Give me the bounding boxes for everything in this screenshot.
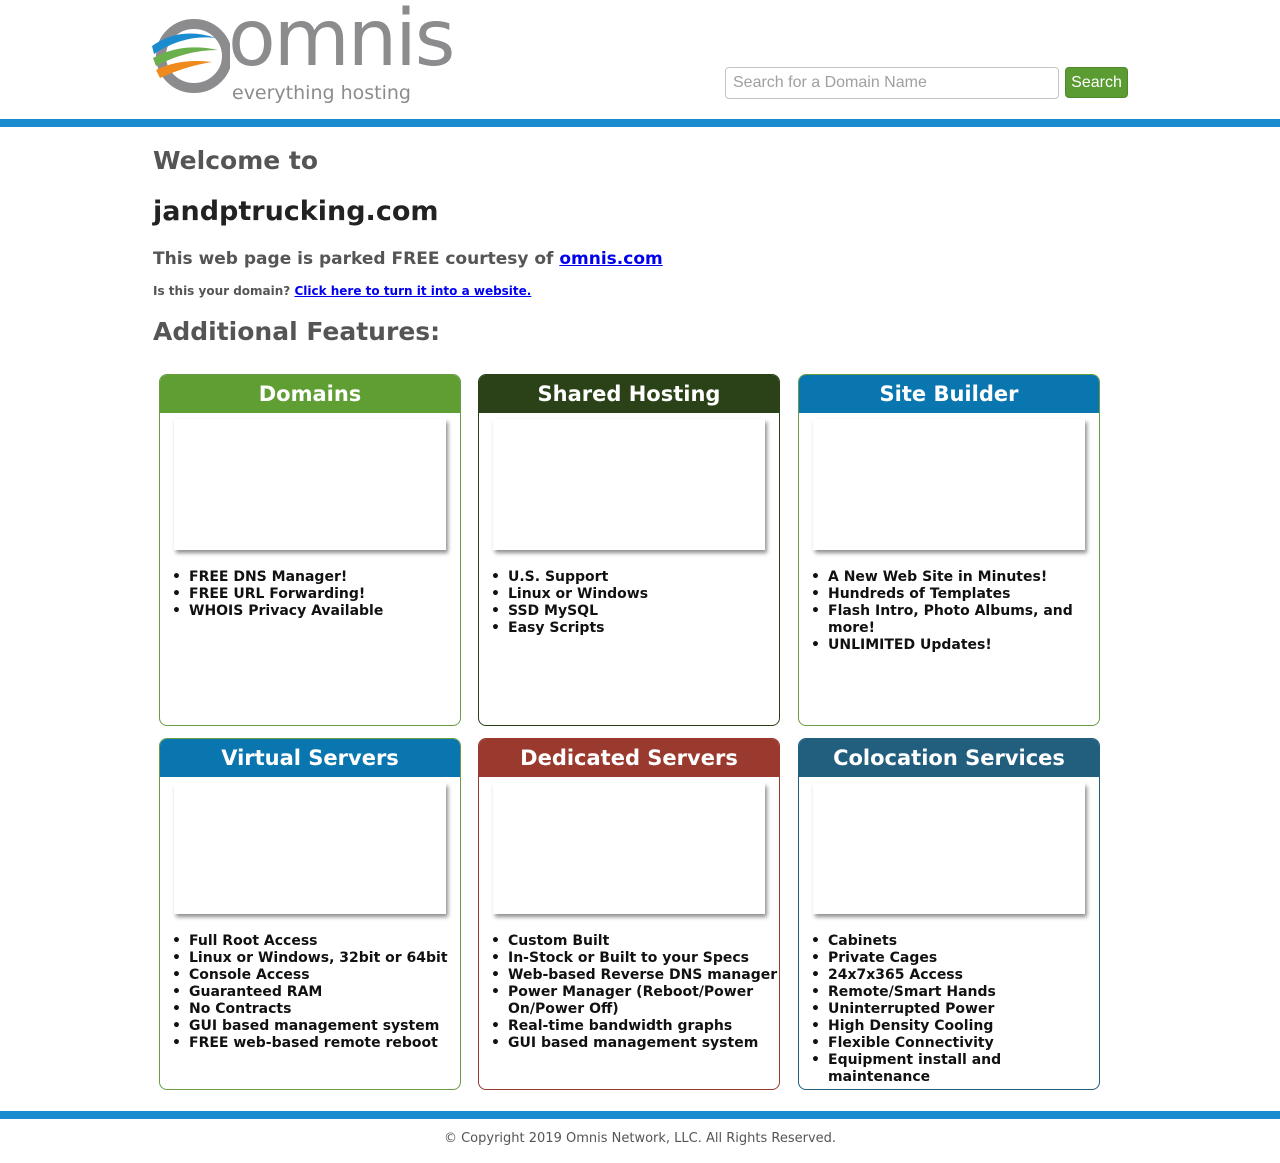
feature-list-item: Real-time bandwidth graphs	[491, 1018, 779, 1035]
domain-search-input[interactable]	[725, 67, 1059, 99]
footer-divider	[0, 1111, 1280, 1119]
feature-list-item: Cabinets	[811, 933, 1099, 950]
feature-list-item: Uninterrupted Power	[811, 1001, 1099, 1018]
feature-list-item: Flash Intro, Photo Albums, and more!	[811, 603, 1099, 637]
feature-list-item: Power Manager (Reboot/Power On/Power Off…	[491, 984, 779, 1018]
feature-card-domains: Domains FREE DNS Manager!FREE URL Forwar…	[159, 374, 461, 726]
feature-list-item: Custom Built	[491, 933, 779, 950]
card-image	[174, 419, 446, 550]
card-image	[493, 783, 765, 914]
feature-list-item: UNLIMITED Updates!	[811, 637, 1099, 654]
feature-list-item: Private Cages	[811, 950, 1099, 967]
feature-list-item: GUI based management system	[491, 1035, 779, 1052]
card-feature-list: A New Web Site in Minutes!Hundreds of Te…	[811, 569, 1099, 654]
feature-list-item: SSD MySQL	[491, 603, 779, 620]
welcome-heading: Welcome to	[153, 146, 319, 175]
card-feature-list: CabinetsPrivate Cages24x7x365 AccessRemo…	[811, 933, 1099, 1086]
copyright-text: © Copyright 2019 Omnis Network, LLC. All…	[443, 1131, 837, 1146]
feature-list-item: Linux or Windows	[491, 586, 779, 603]
card-image	[174, 783, 446, 914]
feature-list-item: Remote/Smart Hands	[811, 984, 1099, 1001]
feature-list-item: FREE web-based remote reboot	[172, 1035, 460, 1052]
omnis-logo[interactable]: omnis everything hosting	[150, 0, 455, 108]
turn-into-website-link[interactable]: Click here to turn it into a website.	[294, 284, 531, 298]
parked-notice: This web page is parked FREE courtesy of…	[153, 249, 663, 269]
domain-name-heading: jandptrucking.com	[153, 196, 439, 227]
feature-list-item: High Density Cooling	[811, 1018, 1099, 1035]
card-feature-list: U.S. SupportLinux or WindowsSSD MySQLEas…	[491, 569, 779, 637]
your-domain-text: Is this your domain?	[153, 284, 295, 298]
your-domain-notice: Is this your domain? Click here to turn …	[153, 284, 531, 298]
feature-list-item: FREE DNS Manager!	[172, 569, 460, 586]
feature-card-shared-hosting: Shared Hosting U.S. SupportLinux or Wind…	[478, 374, 780, 726]
search-button[interactable]: Search	[1065, 67, 1128, 98]
card-image	[813, 783, 1085, 914]
site-header: omnis everything hosting Search	[0, 0, 1280, 119]
card-image	[493, 419, 765, 550]
feature-list-item: FREE URL Forwarding!	[172, 586, 460, 603]
feature-list-item: WHOIS Privacy Available	[172, 603, 460, 620]
feature-list-item: Guaranteed RAM	[172, 984, 460, 1001]
feature-card-colocation-services: Colocation Services CabinetsPrivate Cage…	[798, 738, 1100, 1090]
feature-list-item: A New Web Site in Minutes!	[811, 569, 1099, 586]
feature-card-site-builder: Site Builder A New Web Site in Minutes!H…	[798, 374, 1100, 726]
card-title: Site Builder	[799, 375, 1099, 413]
feature-list-item: Full Root Access	[172, 933, 460, 950]
feature-card-virtual-servers: Virtual Servers Full Root AccessLinux or…	[159, 738, 461, 1090]
logo-tagline: everything hosting	[232, 82, 411, 104]
card-image	[813, 419, 1085, 550]
card-title: Virtual Servers	[160, 739, 460, 777]
feature-card-dedicated-servers: Dedicated Servers Custom BuiltIn-Stock o…	[478, 738, 780, 1090]
feature-list-item: GUI based management system	[172, 1018, 460, 1035]
feature-list-item: In-Stock or Built to your Specs	[491, 950, 779, 967]
swoosh-logo-icon	[152, 19, 230, 93]
card-feature-list: Full Root AccessLinux or Windows, 32bit …	[172, 933, 460, 1052]
feature-list-item: Console Access	[172, 967, 460, 984]
additional-features-heading: Additional Features:	[153, 317, 441, 346]
parked-text: This web page is parked FREE courtesy of	[153, 249, 560, 269]
card-title: Dedicated Servers	[479, 739, 779, 777]
feature-list-item: Easy Scripts	[491, 620, 779, 637]
card-feature-list: FREE DNS Manager!FREE URL Forwarding!WHO…	[172, 569, 460, 620]
feature-list-item: 24x7x365 Access	[811, 967, 1099, 984]
feature-list-item: U.S. Support	[491, 569, 779, 586]
feature-list-item: Flexible Connectivity	[811, 1035, 1099, 1052]
feature-list-item: Hundreds of Templates	[811, 586, 1099, 603]
header-divider	[0, 119, 1280, 127]
feature-list-item: Linux or Windows, 32bit or 64bit	[172, 950, 460, 967]
logo-wordmark: omnis	[228, 0, 455, 84]
card-title: Shared Hosting	[479, 375, 779, 413]
card-feature-list: Custom BuiltIn-Stock or Built to your Sp…	[491, 933, 779, 1052]
feature-list-item: Web-based Reverse DNS manager	[491, 967, 779, 984]
feature-list-item: No Contracts	[172, 1001, 460, 1018]
omnis-link[interactable]: omnis.com	[559, 249, 662, 269]
card-title: Colocation Services	[799, 739, 1099, 777]
feature-list-item: Equipment install and maintenance	[811, 1052, 1099, 1086]
card-title: Domains	[160, 375, 460, 413]
